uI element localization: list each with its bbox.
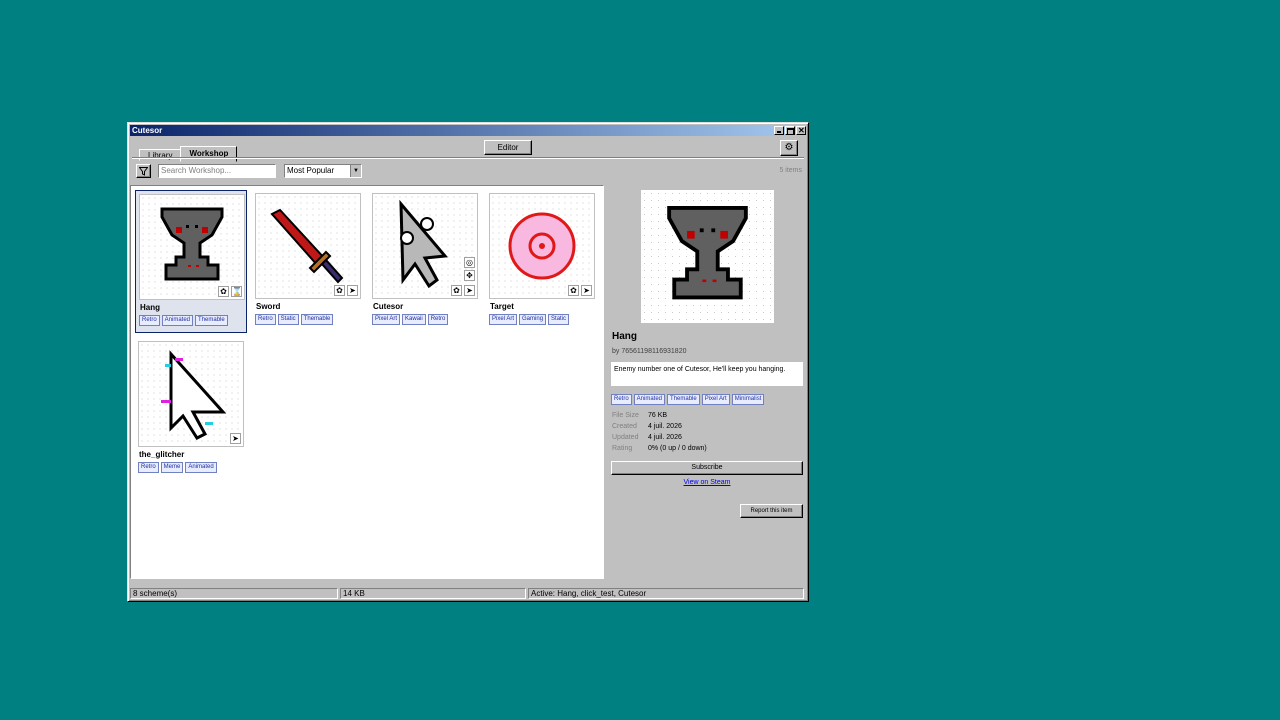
item-tag[interactable]: Pixel Art <box>489 314 518 325</box>
window-title: Cutesor <box>132 126 163 135</box>
item-tag[interactable]: Themable <box>300 314 334 325</box>
maximize-button[interactable] <box>785 126 795 135</box>
meta-key: Rating <box>612 445 633 452</box>
item-thumbnail: ✿ ➤ <box>255 193 361 299</box>
filter-button[interactable] <box>136 164 151 178</box>
hourglass-icon: ⌛ <box>231 286 242 297</box>
item-thumbnail: ➤ <box>138 341 244 447</box>
detail-description: Enemy number one of Cutesor, He'll keep … <box>611 362 803 386</box>
report-item-button[interactable]: Report this item <box>740 504 803 518</box>
cute-arrow-icon <box>399 199 448 289</box>
detail-tag[interactable]: Retro <box>611 394 632 405</box>
search-input[interactable]: Search Workshop... <box>158 164 276 178</box>
workshop-item-hang[interactable]: ✿ ⌛ Hang Retro Animated Themable <box>135 190 247 333</box>
workshop-item-cutesor[interactable]: ◎ ✥ ✿ ➤ Cutesor Pixel Art Kawaii Retro <box>369 190 481 333</box>
tab-divider <box>132 157 804 159</box>
workshop-item-sword[interactable]: ✿ ➤ Sword Retro Static Themable <box>252 190 364 333</box>
item-tag[interactable]: Animated <box>185 462 217 473</box>
meta-value: 76 KB <box>648 412 668 419</box>
arrow-cursor-icon: ➤ <box>230 433 241 444</box>
item-tag[interactable]: Meme <box>160 462 184 473</box>
detail-preview <box>640 189 775 324</box>
item-tag[interactable]: Animated <box>161 315 194 326</box>
item-name: Cutesor <box>373 302 404 311</box>
sword-icon <box>270 208 344 284</box>
minimize-button[interactable] <box>774 126 784 135</box>
filter-icon <box>138 167 149 176</box>
item-tag[interactable]: Static <box>548 314 570 325</box>
title-bar[interactable]: Cutesor <box>130 125 806 136</box>
status-active: Active: Hang, click_test, Cutesor <box>528 588 804 599</box>
arrow-cursor-icon: ➤ <box>581 285 592 296</box>
workshop-item-the-glitcher[interactable]: ➤ the_glitcher Retro Meme Animated <box>135 338 247 478</box>
detail-tag[interactable]: Animated <box>633 394 666 405</box>
detail-title: Hang <box>612 331 637 342</box>
workshop-grid: ✿ ⌛ Hang Retro Animated Themable ✿ ➤ Swo… <box>130 185 604 579</box>
status-size: 14 KB <box>340 588 526 599</box>
item-tag[interactable]: Retro <box>255 314 276 325</box>
themable-badge-icon: ✿ <box>568 285 579 296</box>
item-name: Hang <box>140 303 160 312</box>
themable-badge-icon: ✿ <box>334 285 345 296</box>
detail-meta: File Size 76 KB Created 4 juil. 2026 Updat… <box>612 410 707 454</box>
detail-tag[interactable]: Minimalist <box>731 394 765 405</box>
close-button[interactable] <box>796 126 806 135</box>
status-scheme-count: 8 scheme(s) <box>130 588 338 599</box>
item-tag[interactable]: Retro <box>139 315 160 326</box>
item-tag[interactable]: Pixel Art <box>372 314 401 325</box>
detail-author[interactable]: by 76561198116931820 <box>612 348 686 355</box>
trophy-icon <box>160 207 224 281</box>
tab-library[interactable]: Library <box>139 149 182 161</box>
subscribe-button[interactable]: Subscribe <box>611 461 803 475</box>
meta-key: File Size <box>612 412 639 419</box>
detail-tag[interactable]: Pixel Art <box>701 394 730 405</box>
item-thumbnail: ◎ ✥ ✿ ➤ <box>372 193 478 299</box>
glitch-arrow-icon <box>161 350 227 440</box>
view-on-steam-link[interactable]: View on Steam <box>606 479 808 486</box>
meta-key: Created <box>612 423 637 430</box>
item-thumbnail: ✿ ➤ <box>489 193 595 299</box>
settings-button[interactable]: ⚙ <box>780 140 798 156</box>
status-bar: 8 scheme(s) 14 KB Active: Hang, click_te… <box>130 588 806 599</box>
item-name: the_glitcher <box>139 450 185 459</box>
arrow-cursor-icon: ➤ <box>347 285 358 296</box>
target-badge-icon: ◎ <box>464 257 475 268</box>
meta-value: 4 juil. 2026 <box>648 423 682 430</box>
target-icon <box>508 212 576 280</box>
item-thumbnail: ✿ ⌛ <box>139 194 245 300</box>
themable-badge-icon: ✿ <box>451 285 462 296</box>
trophy-icon <box>667 205 748 300</box>
app-window: Cutesor Library Workshop Editor ⚙ Search… <box>127 122 809 602</box>
detail-tag[interactable]: Themable <box>667 394 700 405</box>
item-name: Sword <box>256 302 281 311</box>
meta-key: Updated <box>612 434 639 441</box>
item-tag[interactable]: Gaming <box>519 314 547 325</box>
sort-selected-value: Most Popular <box>287 166 335 175</box>
meta-value: 4 juil. 2026 <box>648 434 682 441</box>
item-tag[interactable]: Kawaii <box>402 314 426 325</box>
detail-panel: Hang by 76561198116931820 Enemy number o… <box>606 185 804 583</box>
arrow-cursor-icon: ➤ <box>464 285 475 296</box>
item-name: Target <box>490 302 514 311</box>
meta-value: 0% (0 up / 0 down) <box>648 445 707 452</box>
move-icon: ✥ <box>464 270 475 281</box>
editor-button[interactable]: Editor <box>484 140 532 155</box>
workshop-item-target[interactable]: ✿ ➤ Target Pixel Art Gaming Static <box>486 190 598 333</box>
gear-icon: ⚙ <box>784 142 794 153</box>
tab-workshop[interactable]: Workshop <box>180 146 238 162</box>
item-tag[interactable]: Retro <box>138 462 159 473</box>
sort-select[interactable]: Most Popular ▼ <box>284 164 362 178</box>
themable-badge-icon: ✿ <box>218 286 229 297</box>
item-tag[interactable]: Themable <box>195 315 228 326</box>
item-count: 5 items <box>779 167 802 174</box>
chevron-down-icon[interactable]: ▼ <box>350 165 361 177</box>
item-tag[interactable]: Static <box>277 314 299 325</box>
item-tag[interactable]: Retro <box>427 314 449 325</box>
